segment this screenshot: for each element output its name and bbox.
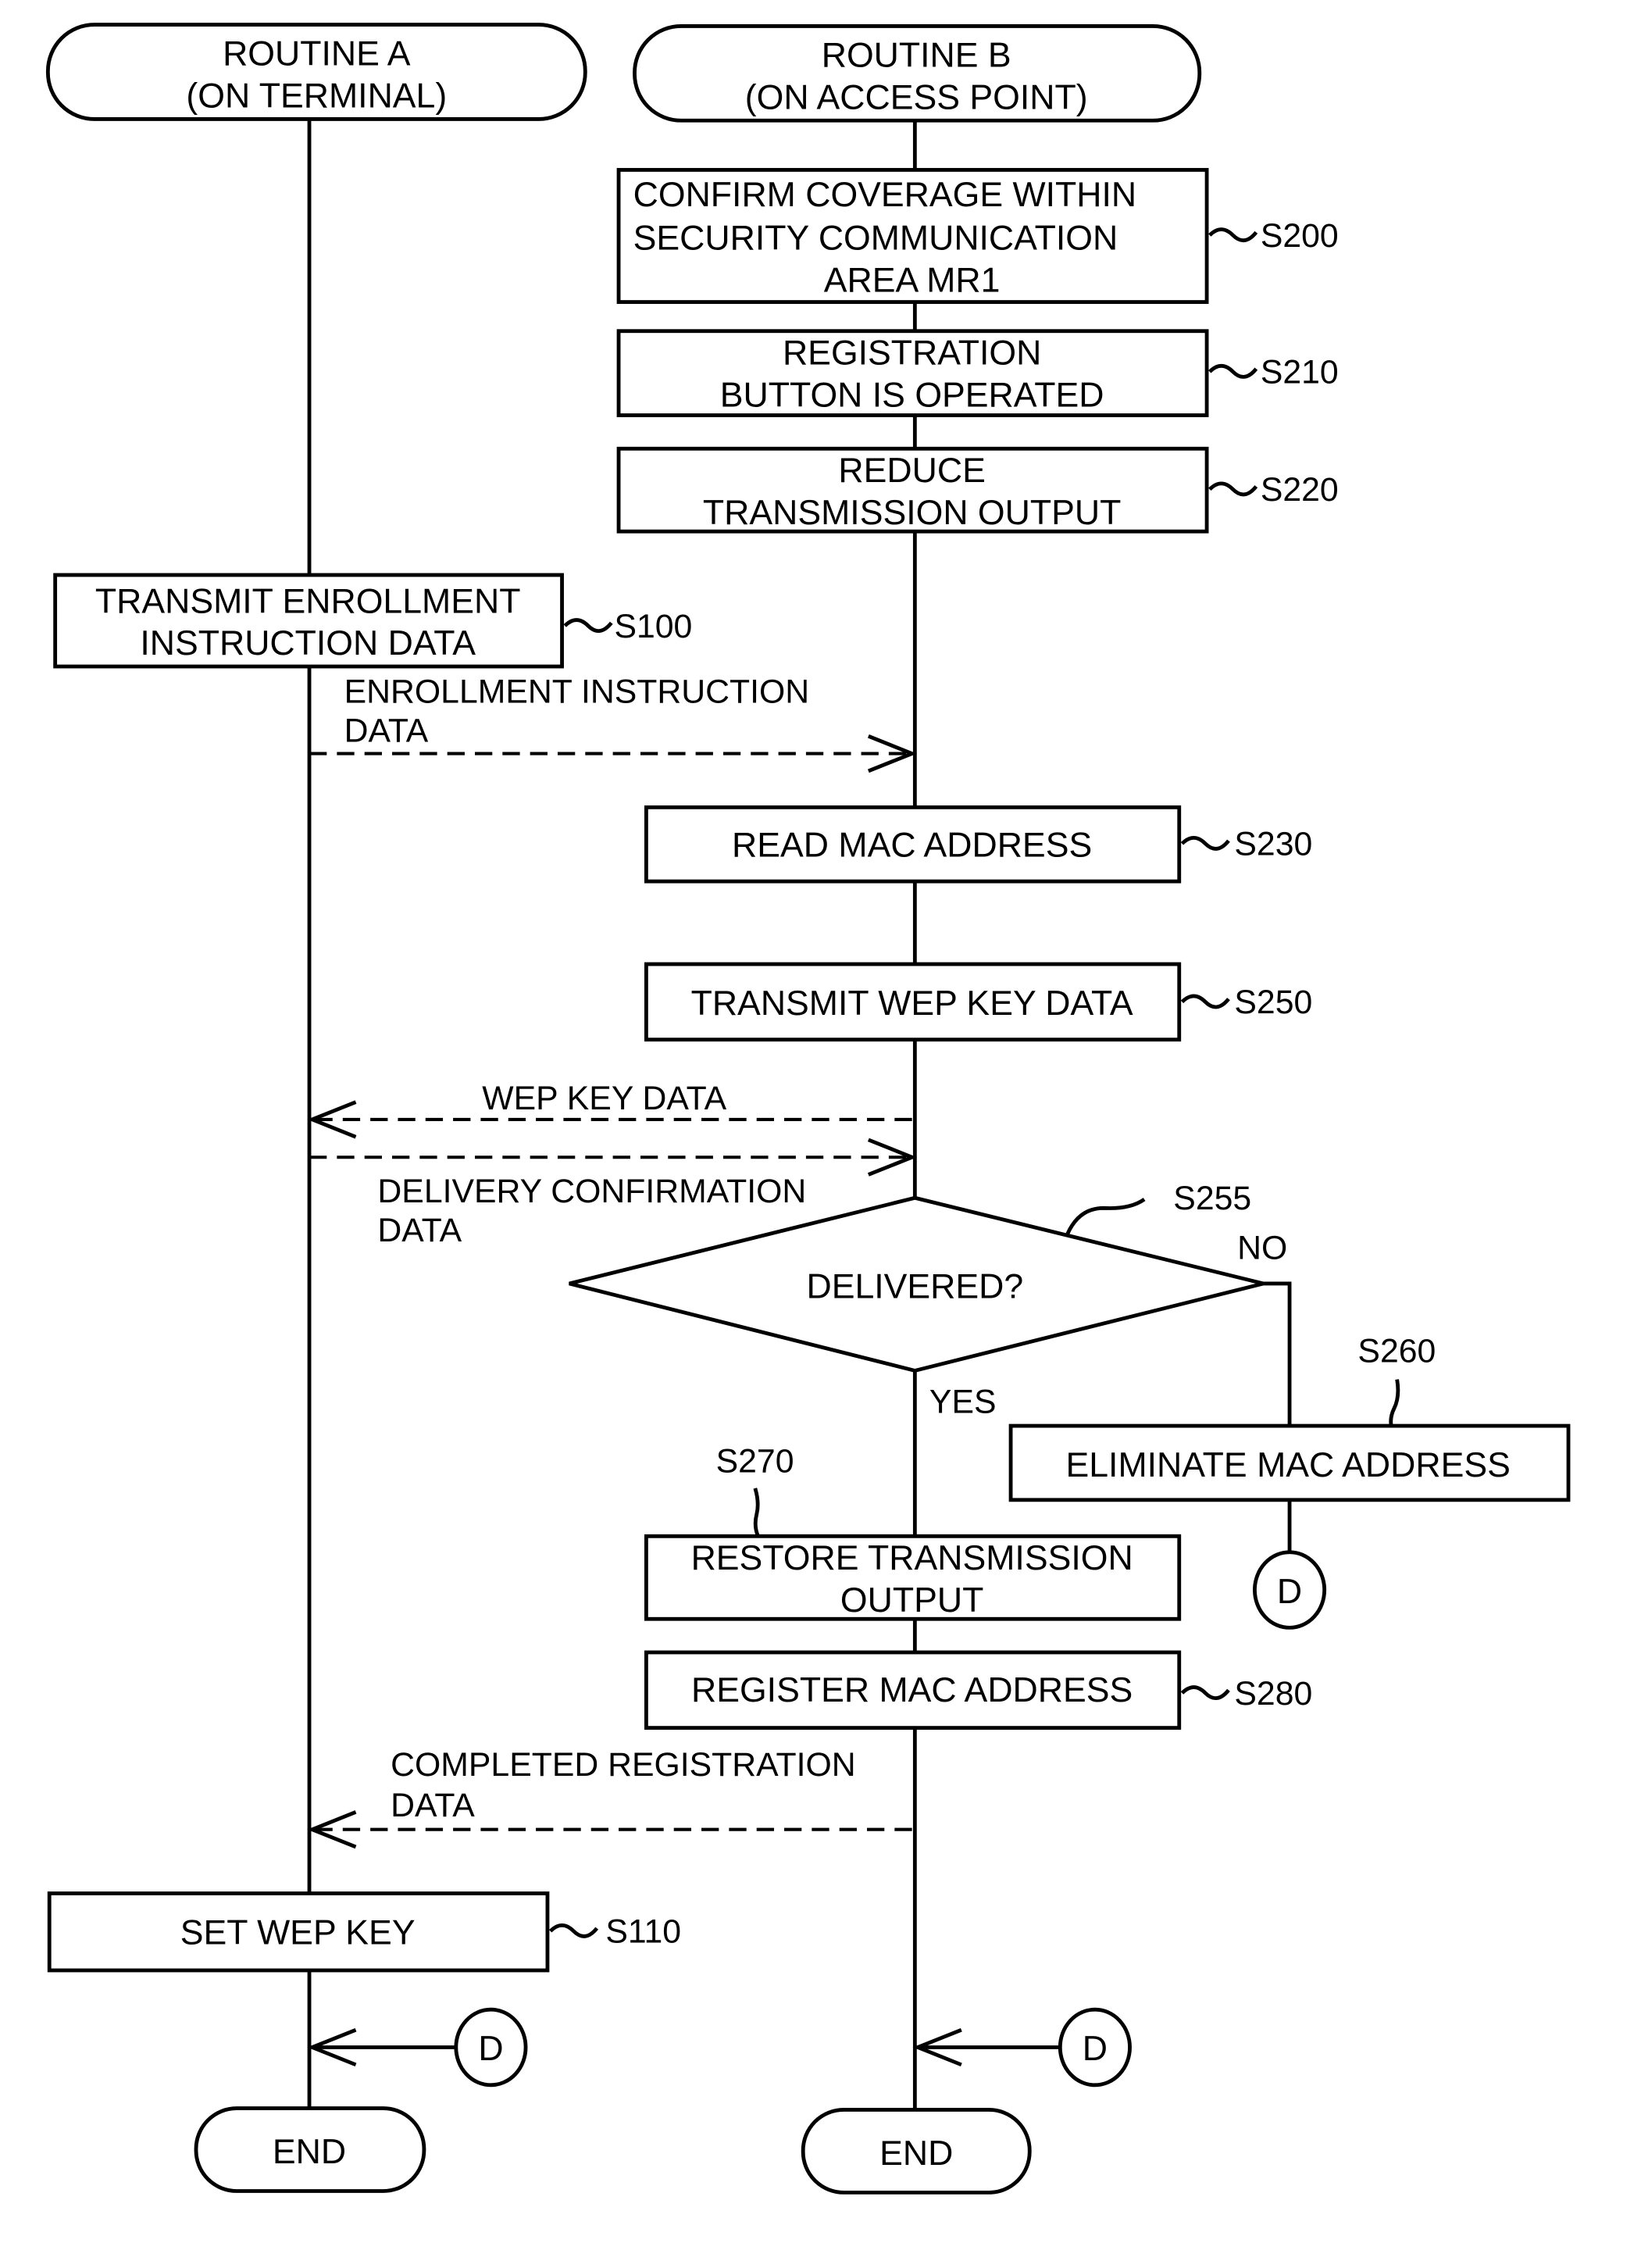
delivery-message-label-2: DATA bbox=[377, 1212, 462, 1249]
connector-d-lane-a-label: D bbox=[478, 2030, 503, 2068]
s270-leader bbox=[753, 1488, 760, 1538]
step-s220-text-2: TRANSMISSION OUTPUT bbox=[703, 494, 1121, 532]
step-s100-text-2: INSTRUCTION DATA bbox=[140, 624, 476, 663]
routine-a-end-label: END bbox=[273, 2133, 346, 2171]
routine-a-end-terminator: END bbox=[194, 2106, 426, 2193]
step-s260-id: S260 bbox=[1357, 1332, 1436, 1370]
step-s200-box: CONFIRM COVERAGE WITHIN SECURITY COMMUNI… bbox=[616, 168, 1209, 304]
step-s280-box: REGISTER MAC ADDRESS bbox=[644, 1650, 1182, 1730]
routine-a-subtitle: (ON TERMINAL) bbox=[186, 77, 447, 116]
step-s250-text: TRANSMIT WEP KEY DATA bbox=[691, 984, 1133, 1023]
step-s255-id: S255 bbox=[1173, 1180, 1251, 1217]
step-s280-id: S280 bbox=[1234, 1675, 1312, 1713]
s260-leader bbox=[1389, 1379, 1400, 1427]
step-s100-id: S100 bbox=[614, 608, 692, 645]
routine-b-subtitle: (ON ACCESS POINT) bbox=[745, 78, 1088, 116]
step-s250-id: S250 bbox=[1234, 984, 1312, 1021]
routine-a-start-terminator: ROUTINE A (ON TERMINAL) bbox=[45, 23, 587, 121]
s220-leader bbox=[1208, 481, 1258, 497]
routine-a-title: ROUTINE A bbox=[223, 35, 411, 73]
s230-leader bbox=[1180, 835, 1230, 851]
step-s200-id: S200 bbox=[1261, 217, 1339, 255]
routine-b-end-terminator: END bbox=[801, 2108, 1032, 2195]
step-s230-box: READ MAC ADDRESS bbox=[644, 805, 1182, 884]
s250-leader bbox=[1180, 994, 1230, 1009]
step-s270-id: S270 bbox=[716, 1443, 794, 1480]
step-s110-box: SET WEP KEY bbox=[47, 1891, 550, 1973]
step-s210-text-1: REGISTRATION bbox=[783, 334, 1041, 372]
step-s110-id: S110 bbox=[605, 1913, 681, 1951]
no-branch-line bbox=[1263, 1281, 1292, 1427]
step-s220-text-1: REDUCE bbox=[838, 452, 985, 490]
connector-d-in-lane-a: D bbox=[454, 2007, 528, 2088]
step-s260-box: ELIMINATE MAC ADDRESS bbox=[1008, 1423, 1571, 1502]
routine-b-end-label: END bbox=[879, 2134, 953, 2173]
flowchart: ROUTINE A (ON TERMINAL) ROUTINE B (ON AC… bbox=[45, 23, 1571, 2195]
s200-leader bbox=[1208, 227, 1258, 242]
step-s250-box: TRANSMIT WEP KEY DATA bbox=[644, 962, 1182, 1042]
decision-question: DELIVERED? bbox=[806, 1268, 1023, 1306]
step-s100-box: TRANSMIT ENROLLMENT INSTRUCTION DATA bbox=[53, 573, 564, 669]
s280-leader bbox=[1180, 1685, 1230, 1700]
decision-s255: DELIVERED? bbox=[569, 1195, 1265, 1373]
connector-d-lane-b-label: D bbox=[1083, 2030, 1108, 2068]
s110-leader bbox=[548, 1923, 599, 1938]
step-s270-text-2: OUTPUT bbox=[840, 1581, 983, 1620]
wep-key-message-label: WEP KEY DATA bbox=[482, 1080, 726, 1117]
step-s230-id: S230 bbox=[1234, 826, 1312, 863]
step-s200-text-3: AREA MR1 bbox=[824, 262, 1001, 300]
step-s220-id: S220 bbox=[1261, 471, 1339, 509]
s255-leader bbox=[1065, 1198, 1146, 1235]
enrollment-message-label-1: ENROLLMENT INSTRUCTION bbox=[344, 673, 810, 711]
step-s100-text-1: TRANSMIT ENROLLMENT bbox=[95, 582, 521, 620]
connector-d-out-label: D bbox=[1277, 1573, 1302, 1611]
completed-message-label-2: DATA bbox=[391, 1787, 475, 1824]
decision-yes-label: YES bbox=[929, 1383, 997, 1420]
connector-d-in-lane-b: D bbox=[1058, 2007, 1132, 2088]
s210-leader bbox=[1208, 363, 1258, 379]
s100-leader bbox=[563, 618, 613, 633]
step-s110-text: SET WEP KEY bbox=[180, 1914, 416, 1952]
connector-d-out: D bbox=[1253, 1550, 1327, 1630]
step-s200-text-1: CONFIRM COVERAGE WITHIN bbox=[633, 176, 1136, 214]
step-s210-text-2: BUTTON IS OPERATED bbox=[720, 376, 1104, 414]
step-s210-box: REGISTRATION BUTTON IS OPERATED bbox=[616, 329, 1209, 417]
step-s200-text-2: SECURITY COMMUNICATION bbox=[633, 220, 1118, 258]
routine-b-start-terminator: ROUTINE B (ON ACCESS POINT) bbox=[633, 24, 1202, 123]
step-s280-text: REGISTER MAC ADDRESS bbox=[691, 1671, 1133, 1709]
delivery-message-label-1: DELIVERY CONFIRMATION bbox=[377, 1173, 806, 1210]
step-s270-text-1: RESTORE TRANSMISSION bbox=[691, 1539, 1133, 1577]
completed-message-label-1: COMPLETED REGISTRATION bbox=[391, 1746, 856, 1784]
enrollment-message-label-2: DATA bbox=[344, 713, 429, 750]
step-s210-id: S210 bbox=[1261, 354, 1339, 391]
routine-b-title: ROUTINE B bbox=[822, 36, 1011, 74]
step-s230-text: READ MAC ADDRESS bbox=[732, 827, 1092, 865]
step-s220-box: REDUCE TRANSMISSION OUTPUT bbox=[616, 446, 1209, 534]
step-s270-box: RESTORE TRANSMISSION OUTPUT bbox=[644, 1534, 1182, 1621]
decision-no-label: NO bbox=[1237, 1229, 1287, 1266]
step-s260-text: ELIMINATE MAC ADDRESS bbox=[1065, 1446, 1510, 1484]
